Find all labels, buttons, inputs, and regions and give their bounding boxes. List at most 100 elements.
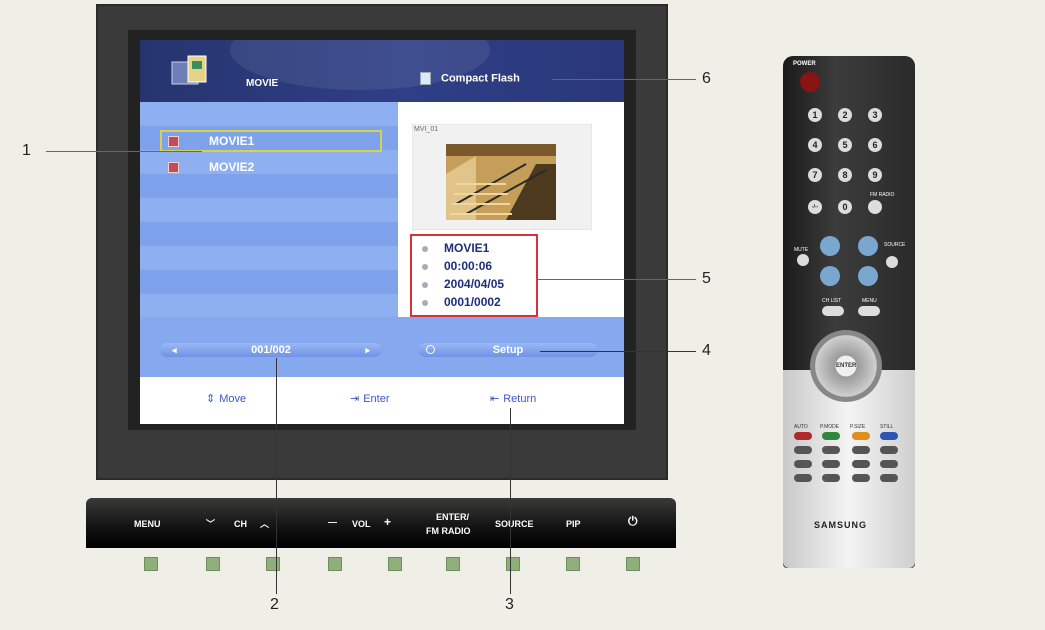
callout-line-1 — [46, 151, 202, 152]
remote-enter-label: ENTER — [836, 363, 857, 369]
preview-thumbnail — [446, 144, 556, 220]
duration-icon — [422, 263, 428, 270]
guide-enter: ⇥ Enter — [350, 392, 390, 405]
tv-button-strip — [86, 498, 676, 548]
remote-green-button[interactable] — [822, 432, 840, 440]
vol-up-button[interactable]: + — [384, 515, 391, 529]
remote-button[interactable] — [852, 446, 870, 454]
remote-yellow-button[interactable] — [852, 432, 870, 440]
remote-power-button[interactable] — [800, 72, 820, 92]
tv-screen: MOVIE Compact Flash MOVIE1 MOVIE2 MVI_01 — [140, 40, 624, 424]
remote-source-label: SOURCE — [884, 242, 906, 248]
setup-label: Setup — [492, 344, 524, 356]
index-icon — [422, 299, 428, 306]
movie-folder-icon — [171, 55, 207, 85]
remote-ch-list-button[interactable] — [822, 306, 844, 316]
list-item[interactable]: MOVIE1 — [168, 130, 254, 152]
guide-move-label: Move — [219, 393, 247, 405]
remote-button[interactable] — [822, 474, 840, 482]
setup-button[interactable]: Setup — [418, 343, 598, 357]
remote-fm-radio-label: FM RADIO — [870, 192, 895, 198]
remote-psize-label: P.SIZE — [850, 424, 866, 430]
enter-button-line2[interactable]: FM RADIO — [426, 526, 471, 536]
remote-still-label: STILL — [880, 424, 894, 430]
return-icon: ⇤ — [490, 393, 500, 405]
remote-mute-button[interactable] — [797, 254, 809, 266]
remote-digit-9[interactable]: 9 — [868, 168, 882, 182]
menu-button[interactable]: MENU — [134, 519, 161, 529]
date-icon — [422, 281, 428, 288]
remote-menu-label: MENU — [862, 298, 877, 304]
remote-ch-down-button[interactable] — [858, 266, 878, 286]
remote-button[interactable] — [794, 460, 812, 468]
remote-button[interactable] — [852, 460, 870, 468]
connector-pin — [388, 557, 402, 571]
info-duration: 00:00:06 — [422, 257, 492, 275]
vol-down-button[interactable]: — — [328, 517, 337, 527]
callout-5: 5 — [702, 270, 711, 287]
pip-button[interactable]: PIP — [566, 519, 581, 529]
source-button[interactable]: SOURCE — [495, 519, 534, 529]
connector-pin — [626, 557, 640, 571]
remote-button[interactable] — [852, 474, 870, 482]
list-item[interactable]: MOVIE2 — [168, 156, 254, 178]
remote-pmode-label: P.MODE — [820, 424, 840, 430]
remote-dash-button[interactable]: -/-- — [808, 200, 822, 214]
page-indicator[interactable]: ◂ 001/002 ▸ — [160, 343, 382, 357]
ch-down-button[interactable]: ﹀ — [206, 517, 215, 530]
remote-vol-up-button[interactable] — [820, 236, 840, 256]
remote-button[interactable] — [880, 474, 898, 482]
remote-source-button[interactable] — [886, 256, 898, 268]
callout-line-2 — [276, 358, 277, 594]
remote-power-label: POWER — [793, 61, 816, 67]
remote-digit-1[interactable]: 1 — [808, 108, 822, 122]
callout-2: 2 — [270, 596, 279, 613]
remote-digit-0[interactable]: 0 — [838, 200, 852, 214]
remote-button[interactable] — [880, 446, 898, 454]
remote-digit-3[interactable]: 3 — [868, 108, 882, 122]
remote-auto-label: AUTO — [794, 424, 808, 430]
info-index: 0001/0002 — [422, 293, 501, 311]
callout-4: 4 — [702, 342, 711, 359]
remote-button[interactable] — [794, 474, 812, 482]
remote-button[interactable] — [880, 460, 898, 468]
remote-digit-5[interactable]: 5 — [838, 138, 852, 152]
callout-line-4 — [540, 351, 696, 352]
remote-digit-7[interactable]: 7 — [808, 168, 822, 182]
list-stripe — [140, 222, 398, 246]
page-next-icon[interactable]: ▸ — [365, 343, 370, 357]
power-button-icon[interactable]: ⏻ — [628, 514, 638, 529]
callout-3: 3 — [505, 596, 514, 613]
remote-brand-logo: SAMSUNG — [814, 520, 868, 530]
remote-button[interactable] — [822, 460, 840, 468]
remote-vol-down-button[interactable] — [820, 266, 840, 286]
remote-mute-label: MUTE — [794, 247, 809, 253]
info-date: 2004/04/05 — [422, 275, 504, 293]
list-item-label: MOVIE1 — [209, 134, 255, 148]
guide-enter-label: Enter — [363, 393, 390, 405]
vol-label: VOL — [352, 519, 371, 529]
remote-digit-2[interactable]: 2 — [838, 108, 852, 122]
guide-move: ⇕ Move — [206, 392, 246, 405]
list-stripe — [140, 270, 398, 294]
remote-digit-8[interactable]: 8 — [838, 168, 852, 182]
list-stripe — [140, 198, 398, 222]
remote-blue-button[interactable] — [880, 432, 898, 440]
movie-file-icon — [168, 162, 179, 174]
connector-pin — [566, 557, 580, 571]
ch-up-button[interactable]: ︿ — [260, 517, 269, 530]
storage-label: Compact Flash — [441, 72, 520, 85]
remote-menu-button[interactable] — [858, 306, 880, 316]
callout-6: 6 — [702, 70, 711, 87]
list-stripe — [140, 294, 398, 318]
remote-fm-radio-button[interactable] — [868, 200, 882, 214]
connector-pin — [446, 557, 460, 571]
enter-button-line1[interactable]: ENTER/ — [436, 512, 469, 522]
remote-button[interactable] — [822, 446, 840, 454]
preview-file-tag: MVI_01 — [414, 126, 439, 133]
remote-red-button[interactable] — [794, 432, 812, 440]
remote-button[interactable] — [794, 446, 812, 454]
remote-digit-4[interactable]: 4 — [808, 138, 822, 152]
remote-digit-6[interactable]: 6 — [868, 138, 882, 152]
remote-ch-up-button[interactable] — [858, 236, 878, 256]
